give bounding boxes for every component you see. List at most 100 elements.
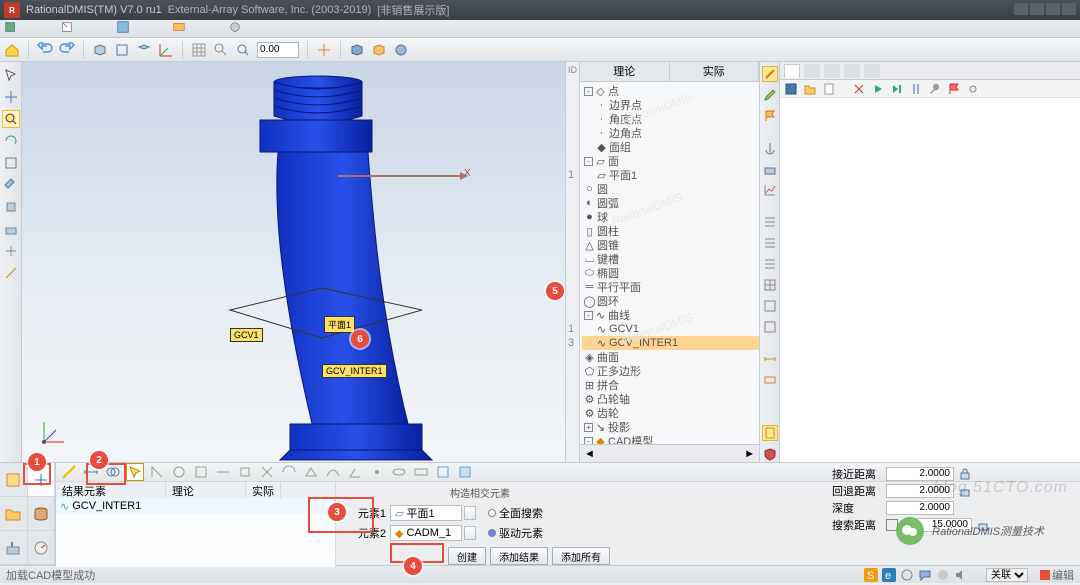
box-blue-icon[interactable] <box>349 42 365 58</box>
new-icon[interactable] <box>822 82 836 96</box>
gear-icon[interactable] <box>966 82 980 96</box>
part-icon[interactable] <box>2 220 20 238</box>
zoom-icon[interactable] <box>235 42 251 58</box>
undo-icon[interactable] <box>37 42 53 58</box>
btab-report-icon[interactable] <box>0 463 28 497</box>
status-combo[interactable]: 关联 <box>986 568 1028 582</box>
bt-15-icon[interactable] <box>390 463 408 481</box>
toolbar-numeric-input[interactable] <box>257 42 299 58</box>
elem1-dropdown-icon[interactable] <box>464 506 476 520</box>
param-search-input[interactable] <box>904 518 972 532</box>
fit-icon[interactable] <box>2 154 20 172</box>
rail-list-icon[interactable] <box>762 214 778 230</box>
skip-icon[interactable] <box>890 82 904 96</box>
rtab-1-icon[interactable] <box>784 64 800 78</box>
pan-icon[interactable] <box>2 88 20 106</box>
tree-tab-theory[interactable]: 理论 <box>580 62 670 81</box>
home-icon[interactable] <box>4 42 20 58</box>
rail-dim-icon[interactable] <box>762 351 778 367</box>
right-panel-tabs[interactable] <box>780 62 1080 80</box>
bt-9-icon[interactable] <box>258 463 276 481</box>
lock1-icon[interactable] <box>958 467 972 481</box>
status-s-icon[interactable]: S <box>864 568 878 582</box>
scroll-right-icon[interactable]: ► <box>744 448 755 460</box>
status-chat-icon[interactable] <box>918 568 932 582</box>
rail-table3-icon[interactable] <box>762 319 778 335</box>
view-top-icon[interactable] <box>114 42 130 58</box>
btab-barrel-icon[interactable] <box>28 497 56 531</box>
bt-16-icon[interactable] <box>412 463 430 481</box>
measure-icon[interactable] <box>2 264 20 282</box>
flag-icon[interactable] <box>947 82 961 96</box>
bt-4-icon[interactable] <box>148 463 166 481</box>
window-buttons[interactable] <box>1012 3 1076 18</box>
qa-icon-5[interactable] <box>228 20 242 37</box>
bt-wiz-icon[interactable] <box>60 463 78 481</box>
bt-17-icon[interactable] <box>434 463 452 481</box>
viewport-3d[interactable]: X GCV1 平面1 GCV_INTER1 6 5 <box>22 62 566 462</box>
bt-5-icon[interactable] <box>170 463 188 481</box>
rail-list3-icon[interactable] <box>762 256 778 272</box>
cursor-icon[interactable] <box>2 66 20 84</box>
status-circle-icon[interactable] <box>936 568 950 582</box>
qa-icon-2[interactable] <box>60 20 74 37</box>
rail-list2-icon[interactable] <box>762 235 778 251</box>
bt-14-icon[interactable] <box>368 463 386 481</box>
status-vol-icon[interactable] <box>954 568 968 582</box>
rail-flag-icon[interactable] <box>762 108 778 124</box>
view-iso-icon[interactable] <box>136 42 152 58</box>
rtab-2-icon[interactable] <box>804 64 820 78</box>
param-depth-input[interactable] <box>886 501 954 515</box>
rail-table-icon[interactable] <box>762 277 778 293</box>
search-icon[interactable] <box>213 42 229 58</box>
btab-gauge-icon[interactable] <box>28 531 56 565</box>
btab-folder-icon[interactable] <box>0 497 28 531</box>
elem2-dropdown-icon[interactable] <box>464 526 476 540</box>
right-canvas[interactable] <box>780 98 1080 462</box>
param-retract-input[interactable] <box>886 484 954 498</box>
rail-shield-icon[interactable] <box>762 446 778 462</box>
bt-pick-icon[interactable] <box>126 463 144 481</box>
play-icon[interactable] <box>871 82 885 96</box>
rail-cmm-icon[interactable] <box>762 161 778 177</box>
opt-full[interactable]: 全面搜索 <box>499 505 543 521</box>
bt-8-icon[interactable] <box>236 463 254 481</box>
bt-12-icon[interactable] <box>324 463 342 481</box>
qa-icon-3[interactable] <box>116 20 130 37</box>
bracket-icon[interactable] <box>909 82 923 96</box>
rail-anchor-icon[interactable] <box>762 140 778 156</box>
status-edit-label[interactable]: 编辑 <box>1052 567 1074 583</box>
btab-cmm-icon[interactable] <box>0 531 28 565</box>
bt-intersect-icon[interactable] <box>104 463 122 481</box>
zoom-window-icon[interactable] <box>2 110 20 128</box>
status-gear-icon[interactable] <box>900 568 914 582</box>
clip-icon[interactable] <box>2 242 20 260</box>
param-search-check[interactable] <box>886 519 898 531</box>
axes-icon[interactable] <box>158 42 174 58</box>
bt-11-icon[interactable] <box>302 463 320 481</box>
status-e-icon[interactable]: e <box>882 568 896 582</box>
rtab-5-icon[interactable] <box>864 64 880 78</box>
bt-18-icon[interactable] <box>456 463 474 481</box>
probe-icon[interactable] <box>2 176 20 194</box>
feature-tree[interactable]: RationalDMIS RationalDMIS RationalDMIS -… <box>580 82 759 444</box>
elem1-input[interactable]: ▱平面1 <box>390 505 462 521</box>
grid-icon[interactable] <box>191 42 207 58</box>
rotate-icon[interactable] <box>2 132 20 150</box>
lock2-icon[interactable] <box>958 484 972 498</box>
bt-13-icon[interactable] <box>346 463 364 481</box>
rail-edit-icon[interactable] <box>762 87 778 103</box>
cut-icon[interactable] <box>852 82 866 96</box>
tree-tab-actual[interactable]: 实际 <box>670 62 760 81</box>
status-redflag-icon[interactable] <box>1038 568 1052 582</box>
opt-driven[interactable]: 驱动元素 <box>499 525 543 541</box>
elem2-input[interactable]: ◆CADM_1 <box>390 525 462 541</box>
redo-icon[interactable] <box>59 42 75 58</box>
bottom-tab-grid[interactable] <box>0 463 56 565</box>
qa-icon-1[interactable] <box>4 20 18 37</box>
param-approach-input[interactable] <box>886 467 954 481</box>
qa-icon-4[interactable] <box>172 20 186 37</box>
cube-icon[interactable] <box>92 42 108 58</box>
btn-add-result[interactable]: 添加结果 <box>490 547 548 565</box>
rail-graph-icon[interactable] <box>762 182 778 198</box>
